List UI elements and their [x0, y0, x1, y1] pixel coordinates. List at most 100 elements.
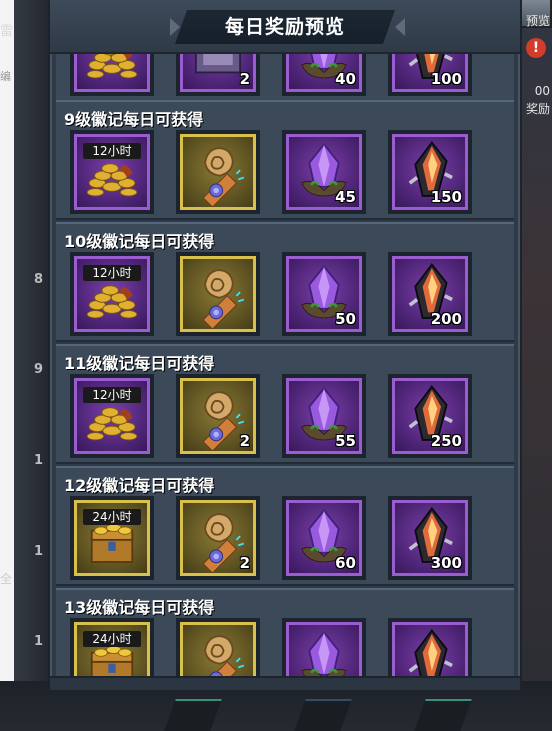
background-text: 00 [534, 84, 550, 98]
reward-item-frame: 24小时 [74, 500, 150, 576]
item-quantity: 60 [335, 554, 356, 572]
rose-scroll-icon [183, 259, 253, 329]
reward-item[interactable]: 2 [176, 374, 260, 458]
reward-item[interactable]: 12小时 [70, 130, 154, 214]
background-number: 9 [34, 362, 44, 377]
reward-item-frame: 50 [286, 256, 362, 332]
section-title: 10级徽记每日可获得 [64, 232, 215, 251]
item-quantity: 200 [430, 310, 462, 328]
alert-icon: ! [526, 38, 546, 58]
daily-reward-preview-panel: 每日奖励预览 2 40 100 9级徽记每日可获得 12小时 45 150 10级徽… [48, 0, 522, 690]
reward-item[interactable]: 60 [282, 496, 366, 580]
item-quantity: 50 [335, 310, 356, 328]
reward-item-frame: 250 [392, 378, 468, 454]
reward-item[interactable] [282, 618, 366, 678]
reward-item[interactable]: 24小时 [70, 618, 154, 678]
reward-section: 9级徽记每日可获得 12小时 45 150 [56, 100, 514, 220]
reward-item-frame: 12小时 [74, 134, 150, 210]
item-quantity: 150 [430, 188, 462, 206]
item-quantity: 2 [239, 70, 250, 88]
reward-item[interactable]: 24小时 [70, 496, 154, 580]
item-quantity: 45 [335, 188, 356, 206]
reward-item[interactable]: 12小时 [70, 252, 154, 336]
reward-item[interactable] [70, 52, 154, 96]
background-number: 1 [34, 634, 44, 649]
section-title: 12级徽记每日可获得 [64, 476, 215, 495]
duration-badge: 12小时 [83, 265, 141, 281]
item-quantity: 300 [430, 554, 462, 572]
reward-item-frame: 2 [180, 52, 256, 92]
reward-item-frame: 12小时 [74, 378, 150, 454]
rose-scroll-icon [183, 625, 253, 678]
reward-item[interactable] [176, 618, 260, 678]
reward-list[interactable]: 2 40 100 9级徽记每日可获得 12小时 45 150 10级徽记每日可获得 … [56, 52, 514, 678]
item-quantity: 2 [239, 432, 250, 450]
background-text: 全 [0, 572, 13, 586]
duration-badge: 24小时 [83, 631, 141, 647]
item-quantity: 2 [239, 554, 250, 572]
title-decoration-right [395, 18, 405, 36]
section-title: 11级徽记每日可获得 [64, 354, 215, 373]
reward-item[interactable]: 50 [282, 252, 366, 336]
reward-section: 13级徽记每日可获得 24小时 [56, 588, 514, 678]
background-shard [414, 699, 472, 731]
reward-item-frame: 2 [180, 500, 256, 576]
section-title: 13级徽记每日可获得 [64, 598, 215, 617]
background-shard [164, 699, 222, 731]
reward-item-frame: 55 [286, 378, 362, 454]
reward-item[interactable]: 250 [388, 374, 472, 458]
reward-item[interactable]: 2 [176, 496, 260, 580]
background-text: 预览 [525, 14, 550, 28]
background-text: 编 [0, 70, 11, 83]
reward-item[interactable]: 200 [388, 252, 472, 336]
reward-item-frame: 300 [392, 500, 468, 576]
item-quantity: 40 [335, 70, 356, 88]
reward-item[interactable]: 40 [282, 52, 366, 96]
reward-item-frame [392, 622, 468, 678]
item-quantity: 55 [335, 432, 356, 450]
reward-item[interactable]: 12小时 [70, 374, 154, 458]
reward-item[interactable] [176, 252, 260, 336]
reward-item-frame: 40 [286, 52, 362, 92]
item-quantity: 100 [430, 70, 462, 88]
reward-item[interactable]: 100 [388, 52, 472, 96]
reward-section: 11级徽记每日可获得 12小时 2 55 250 [56, 344, 514, 464]
reward-item-frame [286, 622, 362, 678]
reward-item-frame: 12小时 [74, 256, 150, 332]
background-shard [294, 699, 352, 731]
reward-item-frame [180, 256, 256, 332]
purple-crystal-icon [289, 625, 359, 678]
item-quantity: 250 [430, 432, 462, 450]
reward-section: 10级徽记每日可获得 12小时 50 200 [56, 222, 514, 342]
reward-item-frame [180, 134, 256, 210]
reward-item-frame: 2 [180, 378, 256, 454]
duration-badge: 12小时 [83, 143, 141, 159]
reward-item-frame: 200 [392, 256, 468, 332]
reward-item[interactable]: 2 [176, 52, 260, 96]
background-text: 奖励 [525, 102, 550, 116]
reward-item[interactable]: 150 [388, 130, 472, 214]
rose-scroll-icon [183, 137, 253, 207]
reward-item-frame: 45 [286, 134, 362, 210]
panel-title: 每日奖励预览 [224, 16, 345, 38]
reward-item[interactable]: 45 [282, 130, 366, 214]
reward-section: 12级徽记每日可获得 24小时 2 60 300 [56, 466, 514, 586]
reward-item[interactable]: 55 [282, 374, 366, 458]
reward-item-frame: 150 [392, 134, 468, 210]
panel-header: 每日奖励预览 [50, 0, 520, 54]
reward-item[interactable] [388, 618, 472, 678]
background-number: 1 [34, 544, 44, 559]
panel-footer [50, 676, 520, 690]
background-number: 8 [34, 272, 44, 287]
reward-section-partial: 2 40 100 [56, 52, 514, 102]
reward-item[interactable] [176, 130, 260, 214]
duration-badge: 24小时 [83, 509, 141, 525]
reward-item-frame [74, 52, 150, 92]
reward-item-frame: 60 [286, 500, 362, 576]
duration-badge: 12小时 [83, 387, 141, 403]
reward-item[interactable]: 300 [388, 496, 472, 580]
reward-item-frame: 100 [392, 52, 468, 92]
background-number: 1 [34, 453, 44, 468]
background-text: 雷 [0, 24, 14, 39]
gold-coins-pile-icon [77, 52, 147, 89]
